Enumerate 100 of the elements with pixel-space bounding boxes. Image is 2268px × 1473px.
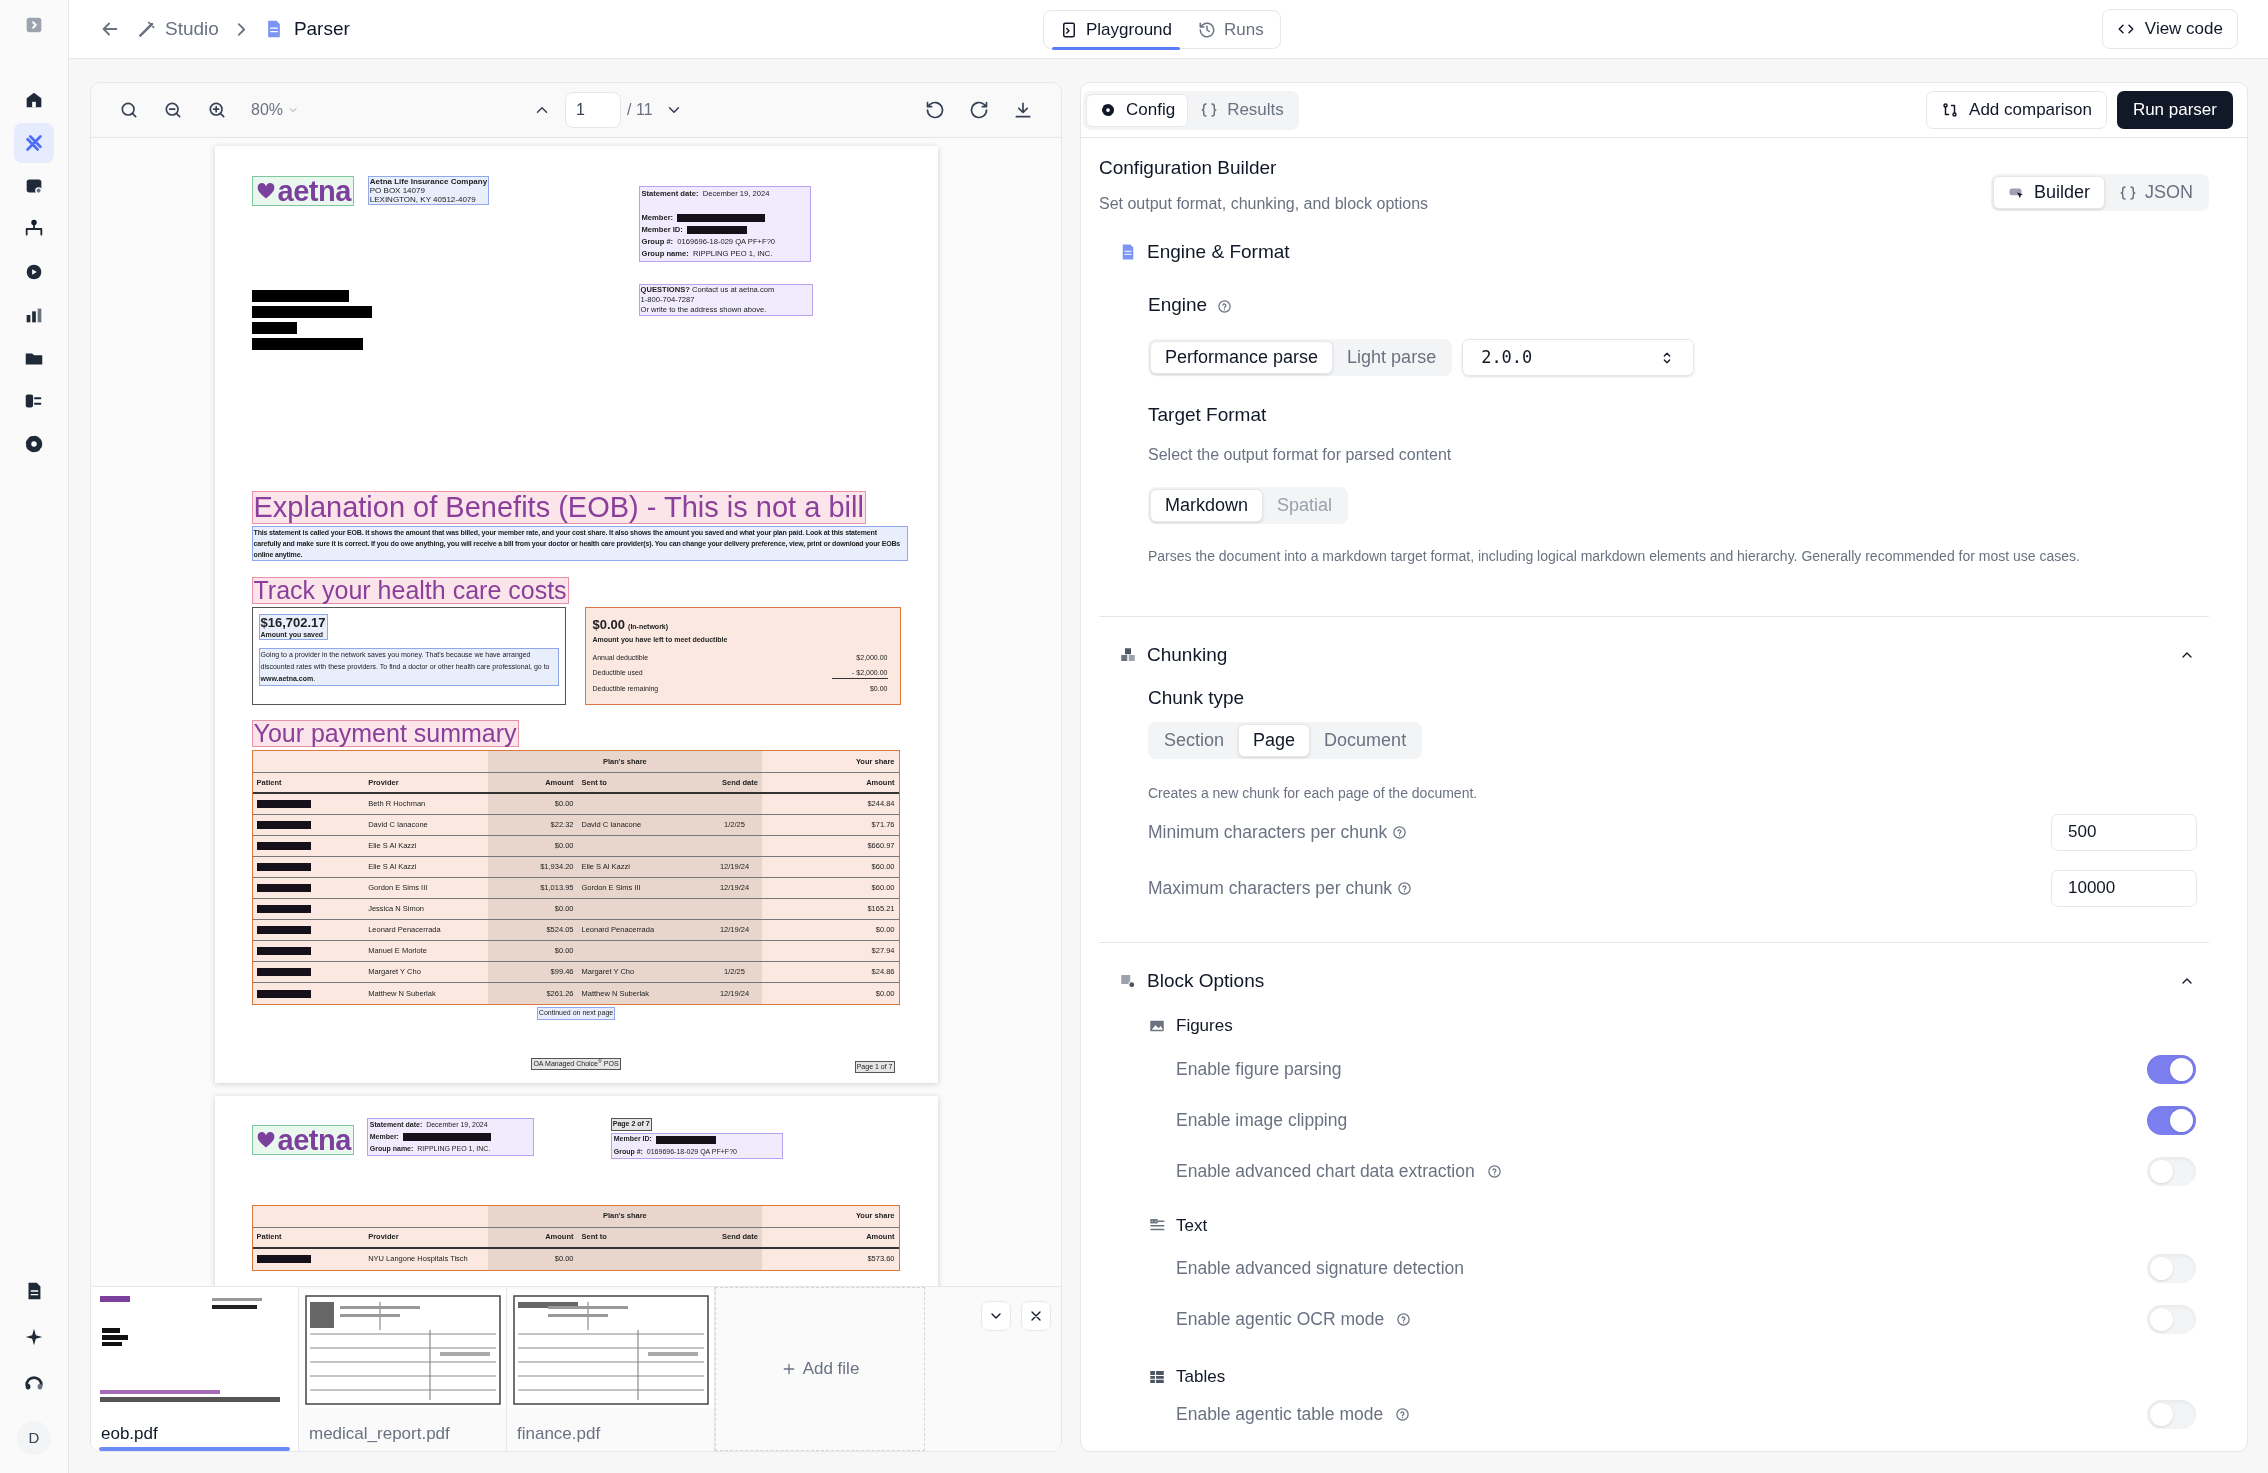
gear-icon [1099, 101, 1117, 119]
settings-icon [23, 433, 45, 455]
toggle-switch[interactable] [2147, 1156, 2196, 1186]
section-heading: Your payment summary [251, 720, 519, 747]
option-label: Enable agentic table mode [1176, 1402, 1384, 1426]
segment-option[interactable]: Markdown [1150, 488, 1264, 522]
table-cell [707, 1248, 762, 1270]
download-icon[interactable] [1013, 100, 1033, 120]
studio-nav-item[interactable] [14, 123, 54, 163]
chevron-right-icon [236, 21, 246, 37]
segment-option[interactable]: Builder [1992, 176, 2105, 209]
redaction-bar [686, 226, 747, 234]
segment-option[interactable]: JSON [2105, 176, 2207, 209]
file-tab[interactable]: finance.pdf [507, 1287, 715, 1451]
field-label: Chunk type [1148, 686, 1246, 710]
option-label: Enable image clipping [1176, 1108, 1348, 1132]
redaction-bar [256, 905, 311, 913]
toggle-switch[interactable] [2147, 1399, 2196, 1429]
logo-text: aetna [277, 1126, 351, 1154]
panel-tab[interactable]: Config [1086, 93, 1189, 127]
segment-option[interactable]: Page [1238, 723, 1311, 757]
help-icon[interactable] [1392, 824, 1408, 840]
wand-icon [137, 19, 157, 39]
section-title: Chunking [1147, 642, 1228, 667]
document-play-icon [1060, 20, 1078, 39]
redaction-bar [256, 884, 311, 892]
help-icon[interactable] [1397, 880, 1413, 896]
zoom-dropdown[interactable]: 80% [251, 98, 300, 122]
panel-tab[interactable]: Results [1188, 93, 1296, 127]
zoom-out-icon[interactable] [163, 100, 183, 120]
add-comparison-button[interactable]: Add comparison [1926, 91, 2107, 129]
avatar[interactable]: D [17, 1421, 51, 1455]
redaction-bar [655, 1135, 716, 1144]
segment-option[interactable]: Section [1150, 723, 1239, 757]
redaction-bar [256, 800, 311, 808]
field-note: Parses the document into a markdown target format, including logical markdown elements and hierarchy. Generally recommended for most use cases. [1148, 546, 2081, 566]
toggle-switch[interactable] [2147, 1254, 2196, 1283]
savings-amount: $16,702.17 [260, 615, 326, 630]
option-label: Enable advanced chart data extraction [1176, 1159, 1475, 1183]
redaction-bar [256, 926, 311, 934]
compare-icon [1941, 101, 1960, 119]
field-label: Maximum characters per chunk [1148, 876, 1393, 900]
search-icon[interactable] [119, 100, 139, 120]
studio-icon [23, 132, 45, 154]
deductible-amount: $0.00 [592, 616, 626, 634]
section-title: Block Options [1147, 968, 1265, 993]
option-label: Enable figure parsing [1176, 1057, 1342, 1081]
segment-option[interactable]: Document [1310, 723, 1421, 757]
field-hint: Select the output format for parsed content [1148, 444, 1453, 465]
cubes-icon [1119, 645, 1137, 664]
breadcrumb-link[interactable]: Studio [165, 14, 219, 44]
table-cell [707, 794, 762, 814]
view-code-button[interactable]: View code [2101, 9, 2238, 49]
field-note: Creates a new chunk for each page of the document. [1148, 783, 1479, 803]
page-count: / 11 [627, 100, 653, 120]
version-select[interactable]: 2.0.0 [1462, 339, 1695, 376]
table-cell [707, 941, 762, 961]
field-label: Minimum characters per chunk [1148, 820, 1388, 844]
table-cell [707, 899, 762, 919]
zoom-in-icon[interactable] [207, 100, 227, 120]
help-icon[interactable] [1217, 299, 1233, 315]
address-line: Aetna Life Insurance Company [369, 177, 488, 186]
section-title: Engine & Format [1147, 240, 1290, 264]
toggle-switch[interactable] [2147, 1305, 2196, 1334]
braces-icon [2119, 183, 2137, 202]
help-icon[interactable] [1395, 1406, 1411, 1422]
help-icon[interactable] [1486, 1163, 1502, 1179]
run-parser-button[interactable]: Run parser [2116, 91, 2233, 129]
view-tab[interactable]: Playground [1052, 11, 1180, 48]
option-label: Enable advanced signature detection [1176, 1257, 1464, 1281]
number-input[interactable]: 10000 [2051, 869, 2197, 907]
collapse-button[interactable] [981, 1301, 1011, 1331]
segment-option[interactable]: Light parse [1333, 341, 1451, 374]
page-input[interactable]: 1 [565, 92, 622, 128]
help-icon[interactable] [1396, 1312, 1412, 1327]
redaction-bar [256, 1255, 311, 1263]
number-input[interactable]: 500 [2051, 813, 2197, 851]
redaction-bar [256, 842, 311, 850]
address-line: LEXINGTON, KY 40512-4079 [369, 195, 477, 204]
toggle-switch[interactable] [2147, 1054, 2196, 1084]
document-title: Explanation of Benefits (EOB) - This is not a bill [251, 491, 866, 524]
view-tab[interactable]: Runs [1190, 11, 1272, 48]
rotate-left-icon[interactable] [925, 100, 945, 120]
redaction-bar [251, 322, 297, 334]
braces-icon [1200, 101, 1219, 119]
redaction-bar [256, 989, 311, 998]
add-file-button[interactable]: Add file [715, 1287, 925, 1451]
group-title: Figures [1176, 1015, 1233, 1037]
panel-title: Configuration Builder [1099, 156, 1278, 180]
toggle-switch[interactable] [2147, 1105, 2196, 1135]
group-title: Tables [1176, 1366, 1226, 1388]
panel-subtitle: Set output format, chunking, and block options [1099, 194, 1429, 214]
redaction-bar [256, 821, 311, 829]
close-button[interactable] [1021, 1301, 1051, 1331]
rotate-right-icon[interactable] [969, 100, 989, 120]
group-title: Text [1176, 1214, 1208, 1237]
section-heading: Track your health care costs [251, 577, 569, 604]
segment-option[interactable]: Performance parse [1150, 341, 1334, 374]
logo-text: aetna [277, 177, 351, 205]
file-tab[interactable]: medical_report.pdf [299, 1287, 507, 1451]
